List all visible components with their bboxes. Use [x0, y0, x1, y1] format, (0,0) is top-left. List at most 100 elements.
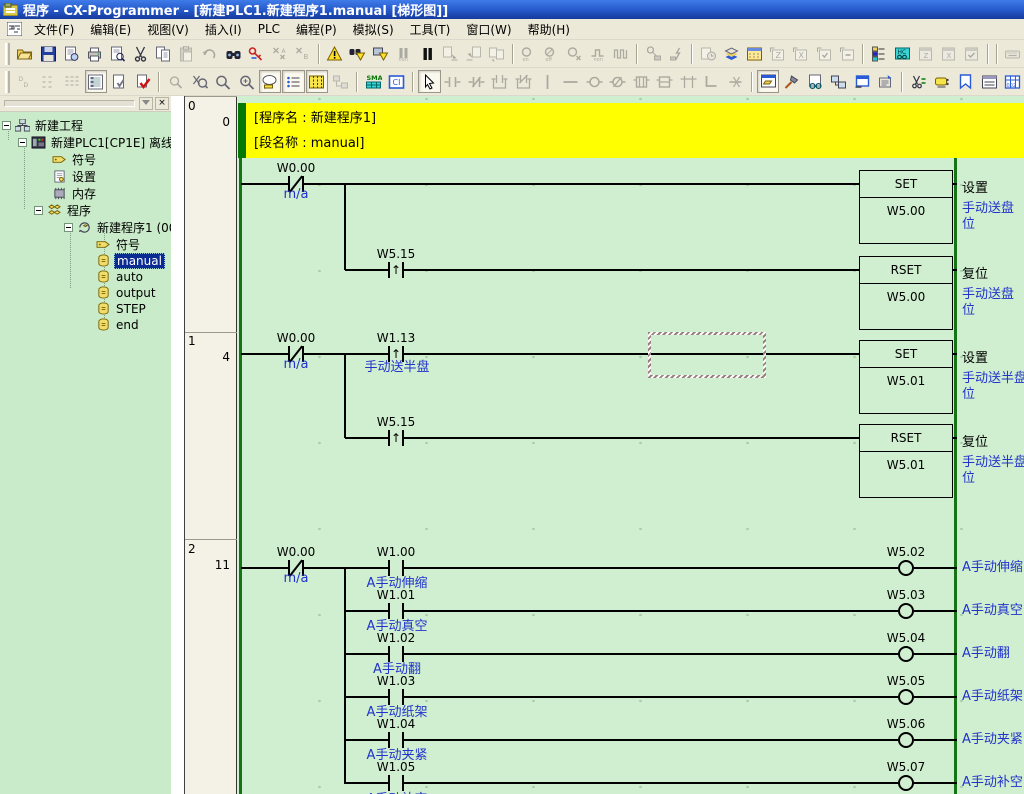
- view-mnemonics-sma-icon[interactable]: SMA: [362, 70, 385, 93]
- menu-insert[interactable]: 插入(I): [197, 19, 250, 40]
- set-instruction-block[interactable]: SET W5.01: [859, 340, 953, 414]
- dialog-list-icon[interactable]: [978, 70, 1001, 93]
- force-off-icon[interactable]: off: [541, 42, 563, 65]
- new-contact-closed-icon[interactable]: [465, 70, 488, 93]
- set-value-icon[interactable]: non: [587, 42, 609, 65]
- new-function-block-icon[interactable]: [677, 70, 700, 93]
- view-instruction-ci-icon[interactable]: CI: [385, 70, 408, 93]
- save-icon[interactable]: [37, 42, 59, 65]
- cross-reference-icon[interactable]: [828, 70, 851, 93]
- contact-up-w515[interactable]: ↑: [388, 430, 404, 446]
- expander-icon[interactable]: [64, 223, 73, 232]
- toggle-pause-icon[interactable]: [416, 42, 438, 65]
- coil-w505[interactable]: [898, 689, 914, 705]
- coil-w506[interactable]: [898, 732, 914, 748]
- rung-number[interactable]: 0: [188, 99, 208, 113]
- monitor-check-icon[interactable]: [813, 42, 835, 65]
- force-cancel-icon[interactable]: [564, 42, 586, 65]
- copy-icon[interactable]: [153, 42, 175, 65]
- new-horizontal-line-icon[interactable]: [559, 70, 582, 93]
- monitor-x-icon[interactable]: X: [790, 42, 812, 65]
- menu-edit[interactable]: 编辑(E): [82, 19, 139, 40]
- force-on-icon[interactable]: on: [518, 42, 540, 65]
- find-next-icon[interactable]: A: [268, 42, 290, 65]
- contact-up-w515[interactable]: ↑: [388, 262, 404, 278]
- toggle-watch-window-icon[interactable]: HC: [891, 42, 913, 65]
- new-connect-line-icon[interactable]: [701, 70, 724, 93]
- new-coil-closed-icon[interactable]: [606, 70, 629, 93]
- new-contact-or-closed-icon[interactable]: [512, 70, 535, 93]
- watch-window-icon[interactable]: [804, 70, 827, 93]
- select-tool-icon[interactable]: [418, 70, 441, 93]
- coil-w507[interactable]: [898, 775, 914, 791]
- menu-view[interactable]: 视图(V): [139, 19, 197, 40]
- coil-w504[interactable]: [898, 646, 914, 662]
- tree-item-settings[interactable]: 设置: [52, 169, 98, 184]
- output-window-check-icon[interactable]: [961, 42, 983, 65]
- menu-file[interactable]: 文件(F): [26, 19, 82, 40]
- rung-number[interactable]: 2: [188, 542, 208, 556]
- monitor-minus-icon[interactable]: [836, 42, 858, 65]
- output-window-z-icon[interactable]: Z: [915, 42, 937, 65]
- transfer-to-plc-icon[interactable]: [439, 42, 461, 65]
- work-online-icon[interactable]: [642, 42, 664, 65]
- io-table-icon[interactable]: [851, 70, 874, 93]
- io-comment-icon[interactable]: [744, 42, 766, 65]
- program-sections-icon[interactable]: [721, 42, 743, 65]
- expander-icon[interactable]: [18, 138, 27, 147]
- tree-item-project[interactable]: 新建工程: [2, 118, 85, 133]
- menu-plc[interactable]: PLC: [250, 20, 288, 38]
- expander-icon[interactable]: [2, 121, 11, 130]
- print-preview-icon[interactable]: [106, 42, 128, 65]
- new-set-icon[interactable]: [630, 70, 653, 93]
- menu-simulation[interactable]: 模拟(S): [345, 19, 402, 40]
- page-setup-icon[interactable]: [60, 42, 82, 65]
- program-check-icon[interactable]: [132, 70, 155, 93]
- pause-icon[interactable]: non: [393, 42, 415, 65]
- zoom-out-icon[interactable]: [211, 70, 234, 93]
- properties-icon[interactable]: [875, 70, 898, 93]
- zoom-half-icon[interactable]: [188, 70, 211, 93]
- view-symbols-icon[interactable]: [38, 70, 61, 93]
- menu-help[interactable]: 帮助(H): [520, 19, 578, 40]
- tree-item-section-manual[interactable]: manual: [96, 253, 165, 268]
- transfer-from-plc-icon[interactable]: [462, 42, 484, 65]
- tree-item-memory[interactable]: 内存: [52, 186, 98, 201]
- new-contact-or-icon[interactable]: [489, 70, 512, 93]
- print-icon[interactable]: [83, 42, 105, 65]
- new-reset-icon[interactable]: [654, 70, 677, 93]
- set-instruction-block[interactable]: SET W5.00: [859, 170, 953, 244]
- compile-icon[interactable]: [324, 42, 346, 65]
- cut-icon[interactable]: [130, 42, 152, 65]
- show-project-window-icon[interactable]: [757, 70, 780, 93]
- undo-icon[interactable]: [199, 42, 221, 65]
- show-rung-annotations-icon[interactable]: [282, 70, 305, 93]
- new-contact-icon[interactable]: [442, 70, 465, 93]
- check-selection-icon[interactable]: [108, 70, 131, 93]
- new-vertical-line-icon[interactable]: [536, 70, 559, 93]
- find-previous-icon[interactable]: B: [291, 42, 313, 65]
- toolbar-grip[interactable]: [5, 43, 10, 65]
- tree-item-program1[interactable]: 新建程序1 (00: [64, 220, 171, 235]
- find-icon[interactable]: [222, 42, 244, 65]
- paste-icon[interactable]: [176, 42, 198, 65]
- bookmark-icon[interactable]: [954, 70, 977, 93]
- tree-item-section-symbols[interactable]: 符号: [96, 237, 142, 252]
- tree-item-section-auto[interactable]: auto: [96, 269, 145, 284]
- toggle-project-workspace-icon[interactable]: [868, 42, 890, 65]
- keyboard-mapping-icon[interactable]: [1002, 42, 1024, 65]
- show-grid-icon[interactable]: [306, 70, 329, 93]
- compare-with-plc-icon[interactable]: [485, 42, 507, 65]
- auto-online-icon[interactable]: [665, 42, 687, 65]
- section-cut-icon[interactable]: [907, 70, 930, 93]
- show-section-tree-icon[interactable]: [329, 70, 352, 93]
- workspace-dropdown-button[interactable]: [139, 97, 153, 110]
- tree-item-symbols[interactable]: 符号: [52, 152, 98, 167]
- tree-item-section-end[interactable]: end: [96, 317, 141, 332]
- tree-item-plc[interactable]: 新建PLC1[CP1E] 离线: [18, 135, 171, 150]
- tree-item-section-output[interactable]: output: [96, 285, 158, 300]
- open-icon[interactable]: [14, 42, 36, 65]
- workspace-grip[interactable]: [4, 100, 135, 107]
- output-window-x-icon[interactable]: X: [938, 42, 960, 65]
- coil-w503[interactable]: [898, 603, 914, 619]
